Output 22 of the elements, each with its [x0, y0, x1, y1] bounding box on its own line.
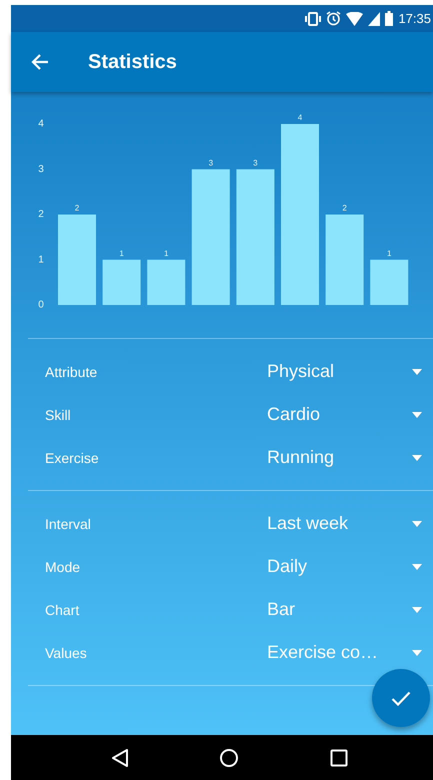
data-label: 3 — [208, 158, 214, 168]
field-label: Exercise — [44, 450, 100, 466]
field-label: Mode — [44, 558, 82, 574]
status-time: 17:35 — [398, 11, 431, 26]
data-label: 1 — [386, 248, 392, 258]
field-label: Attribute — [44, 364, 98, 380]
data-label: 2 — [342, 204, 347, 212]
data-label: 1 — [164, 248, 168, 258]
data-label: 1 — [119, 248, 124, 258]
screen-title: Statistics — [88, 50, 177, 74]
axis-label: 3 — [38, 164, 44, 175]
axis-label: 4 — [38, 118, 44, 130]
data-label: 3 — [253, 158, 258, 168]
field-label: Values — [44, 644, 88, 660]
field-label: Chart — [44, 602, 80, 618]
field-label: Skill — [44, 406, 72, 422]
axis-label: 0 — [38, 300, 44, 310]
field-label: Interval — [44, 516, 92, 532]
data-label: 4 — [298, 113, 302, 122]
axis-label: 2 — [38, 209, 44, 220]
data-label: 2 — [74, 204, 80, 212]
axis-label: 1 — [38, 254, 44, 266]
